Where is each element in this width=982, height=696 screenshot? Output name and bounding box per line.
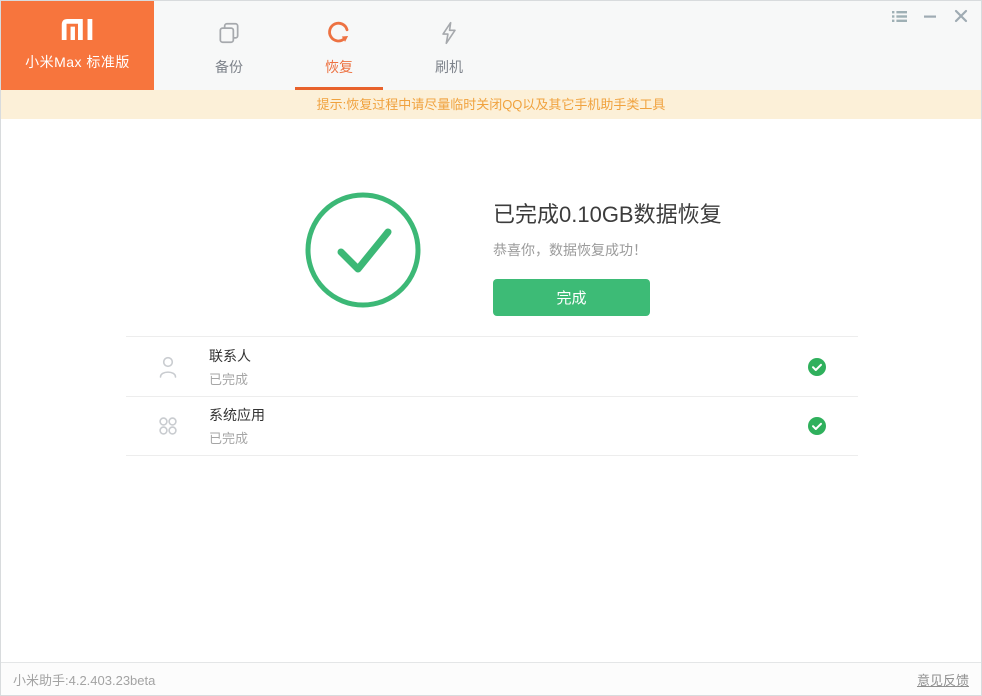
flash-lightning-icon — [436, 20, 462, 51]
app-version: 小米助手:4.2.403.23beta — [13, 672, 156, 688]
result-title: 已完成0.10GB数据恢复 — [493, 202, 722, 227]
restore-icon — [326, 20, 352, 51]
mi-logo-icon — [61, 19, 95, 45]
contact-person-icon — [156, 352, 180, 382]
list-item-system-apps: 系统应用 已完成 — [126, 396, 858, 456]
minimize-icon[interactable] — [922, 8, 938, 24]
check-badge-icon — [808, 417, 826, 435]
app-window: 小米Max 标准版 备份 恢复 刷机 提示:恢复过程中请尽量临时关闭QQ以及其它… — [0, 0, 982, 696]
restored-items-list: 联系人 已完成 系统应用 已完成 — [126, 336, 858, 456]
check-badge-icon — [808, 357, 826, 376]
window-controls — [891, 8, 969, 24]
task-list-icon[interactable] — [891, 8, 907, 24]
tab-flash[interactable]: 刷机 — [394, 1, 504, 90]
device-name: 小米Max 标准版 — [25, 54, 130, 70]
item-status: 已完成 — [209, 431, 249, 446]
tab-bar: 备份 恢复 刷机 — [174, 1, 504, 90]
result-text-block: 已完成0.10GB数据恢复 恭喜你，数据恢复成功！ 完成 — [493, 197, 722, 316]
item-status: 已完成 — [209, 371, 249, 387]
header: 小米Max 标准版 备份 恢复 刷机 — [1, 1, 981, 90]
item-name: 联系人 — [209, 347, 251, 364]
footer: 小米助手:4.2.403.23beta 意见反馈 — [1, 662, 981, 695]
feedback-link[interactable]: 意见反馈 — [917, 670, 969, 689]
item-name: 系统应用 — [209, 407, 265, 423]
tab-restore[interactable]: 恢复 — [284, 1, 394, 90]
backup-copy-icon — [216, 20, 242, 51]
result-section: 已完成0.10GB数据恢复 恭喜你，数据恢复成功！ 完成 — [1, 119, 981, 336]
brand-block: 小米Max 标准版 — [1, 1, 154, 90]
close-icon[interactable] — [953, 8, 969, 24]
done-button[interactable]: 完成 — [493, 279, 650, 316]
notice-bar: 提示:恢复过程中请尽量临时关闭QQ以及其它手机助手类工具 — [1, 90, 981, 119]
tab-backup-label: 备份 — [215, 59, 243, 75]
tab-restore-label: 恢复 — [325, 59, 353, 75]
list-item-contacts: 联系人 已完成 — [126, 336, 858, 396]
success-check-circle-icon — [305, 192, 421, 313]
apps-grid-icon — [156, 411, 180, 441]
list-item-text: 系统应用 已完成 — [209, 405, 808, 447]
tab-backup[interactable]: 备份 — [174, 1, 284, 90]
result-subtitle: 恭喜你，数据恢复成功！ — [493, 242, 647, 258]
tab-flash-label: 刷机 — [435, 59, 463, 75]
list-item-text: 联系人 已完成 — [209, 346, 808, 388]
